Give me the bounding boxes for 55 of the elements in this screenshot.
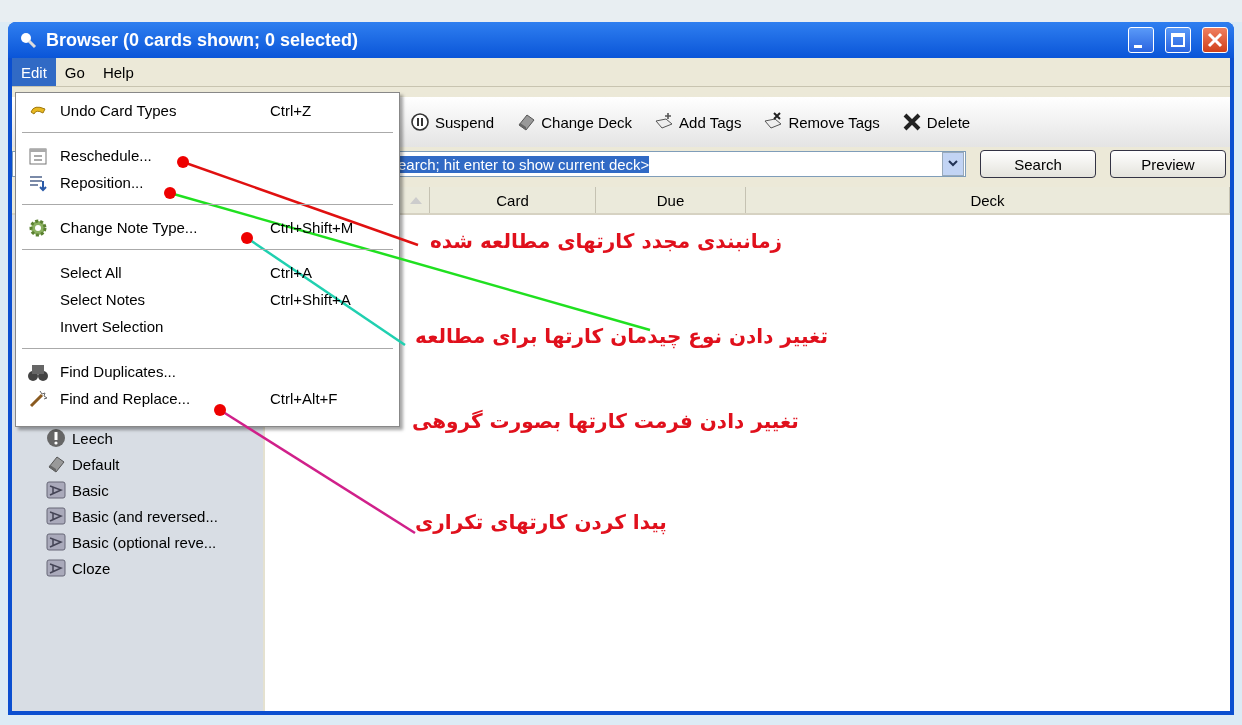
toolbar-button[interactable]: Suspend bbox=[410, 112, 495, 132]
action-button[interactable]: Search bbox=[980, 150, 1096, 178]
sidebar-item[interactable]: Cloze bbox=[72, 559, 111, 577]
toolbar-button[interactable]: Add Tags bbox=[654, 112, 742, 132]
marker-dot bbox=[177, 156, 189, 168]
menu-item[interactable]: Edit bbox=[12, 58, 56, 86]
close-button[interactable] bbox=[1202, 27, 1228, 53]
pause-icon bbox=[410, 112, 430, 132]
deck-icon bbox=[516, 112, 537, 132]
maximize-icon bbox=[1170, 32, 1186, 48]
action-button[interactable]: Preview bbox=[1110, 150, 1226, 178]
menu-item[interactable]: Help bbox=[93, 58, 143, 86]
sidebar-item[interactable]: Basic bbox=[72, 481, 109, 499]
close-icon bbox=[1207, 32, 1223, 48]
note-type-icon bbox=[46, 532, 66, 552]
search-icon bbox=[18, 30, 38, 50]
note-type-icon bbox=[46, 506, 66, 526]
sort-arrow-icon bbox=[409, 195, 423, 205]
column-header[interactable]: Card bbox=[430, 187, 596, 213]
menu-entry[interactable]: Find Duplicates... bbox=[16, 358, 399, 385]
sidebar-item[interactable]: Basic (and reversed... bbox=[72, 507, 218, 525]
menu-entry[interactable]: Invert Selection bbox=[16, 313, 399, 340]
deck-icon bbox=[46, 454, 66, 474]
annotation-label: زمانبندی مجدد کارتهای مطالعه شده bbox=[430, 229, 783, 253]
minimize-icon bbox=[1134, 44, 1142, 48]
annotation-label: تغییر دادن نوع چیدمان کارتها برای مطالعه bbox=[415, 324, 828, 348]
toolbar-button[interactable]: Remove Tags bbox=[763, 112, 880, 132]
gear-icon bbox=[28, 217, 48, 238]
delete-icon bbox=[901, 112, 922, 132]
marker-dot bbox=[214, 404, 226, 416]
column-header[interactable]: Deck bbox=[746, 187, 1230, 213]
menu-entry[interactable]: Undo Card Types Ctrl+Z bbox=[16, 97, 399, 124]
marker-dot bbox=[164, 187, 176, 199]
toolbar-button[interactable]: Delete bbox=[901, 112, 971, 132]
caret-icon bbox=[948, 160, 958, 168]
sidebar-item[interactable]: Basic (optional reve... bbox=[72, 533, 217, 551]
maximize-button[interactable] bbox=[1165, 27, 1191, 53]
dropdown-button[interactable] bbox=[942, 152, 964, 176]
column-header[interactable]: Due bbox=[596, 187, 746, 213]
menu-entry[interactable]: Find and Replace... Ctrl+Alt+F bbox=[16, 385, 399, 412]
window-title: Browser (0 cards shown; 0 selected) bbox=[46, 29, 360, 51]
sidebar-item[interactable]: Leech bbox=[72, 429, 113, 447]
note-type-icon bbox=[46, 480, 66, 500]
toolbar-button[interactable]: Change Deck bbox=[516, 112, 633, 132]
annotation-label: تغییر دادن فرمت کارتها بصورت گروهی bbox=[412, 409, 799, 433]
marker-dot bbox=[241, 232, 253, 244]
warning-icon bbox=[46, 428, 66, 448]
minimize-button[interactable] bbox=[1128, 27, 1154, 53]
note-type-icon bbox=[46, 558, 66, 578]
selected-text: earch; hit enter to show current deck> bbox=[398, 155, 650, 173]
menu-item[interactable]: Go bbox=[55, 58, 94, 86]
annotation-label: پیدا کردن کارتهای تکراری bbox=[415, 510, 667, 534]
sidebar-item[interactable]: Default bbox=[72, 455, 120, 473]
wand-icon bbox=[28, 388, 48, 409]
calendar-icon bbox=[28, 145, 48, 166]
